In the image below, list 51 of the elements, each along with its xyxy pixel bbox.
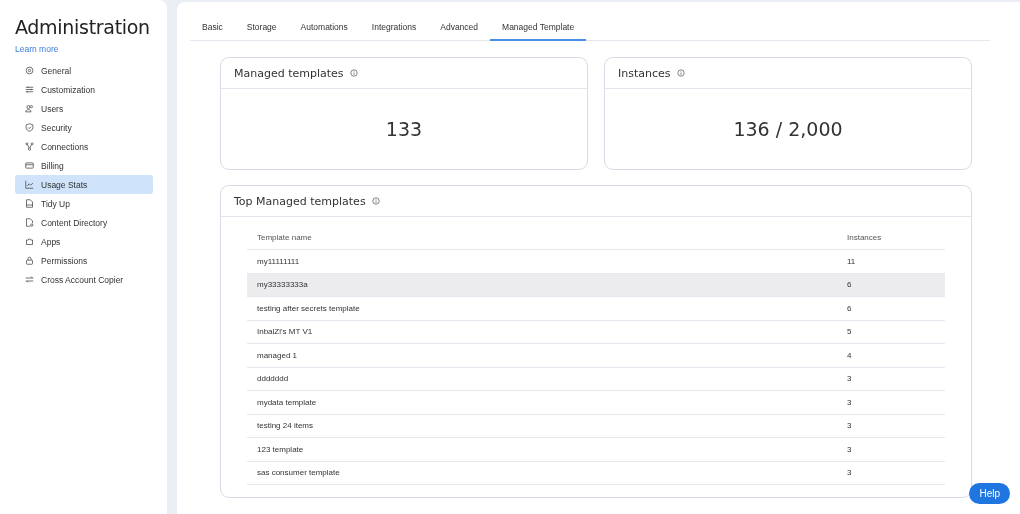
table-row[interactable]: testing after secrets template 6	[247, 297, 945, 321]
chart-icon	[25, 180, 34, 189]
users-icon	[25, 104, 34, 113]
card-title: Top Managed templates	[234, 194, 366, 208]
stat-value: 133	[385, 118, 423, 140]
swap-icon	[25, 275, 34, 284]
table-row[interactable]: ddddddd 3	[247, 367, 945, 391]
tab[interactable]: Basic	[190, 16, 235, 41]
card-icon	[25, 161, 34, 170]
table-row[interactable]: mydata template 3	[247, 391, 945, 415]
sidebar-item[interactable]: Permissions	[15, 251, 153, 270]
sidebar-item[interactable]: Billing	[15, 156, 153, 175]
info-icon[interactable]	[349, 69, 358, 77]
sidebar-item[interactable]: Connections	[15, 137, 153, 156]
table-row[interactable]: 123 template 3	[247, 438, 945, 462]
lock-icon	[25, 256, 34, 265]
table-row[interactable]: sas consumer template 3	[247, 461, 945, 485]
page-title: Administration	[15, 16, 151, 38]
tab[interactable]: Managed Template	[490, 16, 587, 41]
tab[interactable]: Storage	[234, 16, 289, 41]
table-row[interactable]: managed 1 4	[247, 344, 945, 368]
info-icon[interactable]	[676, 69, 685, 77]
stat-value: 136 / 2,000	[733, 118, 843, 140]
card-title: Instances	[618, 66, 671, 80]
column-header: Template name	[256, 232, 313, 242]
shield-icon	[25, 123, 34, 132]
table-row[interactable]: my33333333a 6	[247, 273, 945, 297]
column-header: Instances	[846, 232, 882, 242]
sliders-icon	[25, 85, 34, 94]
tab[interactable]: Integrations	[359, 16, 429, 41]
card-title: Managed templates	[234, 66, 344, 80]
sidebar-item[interactable]: Cross Account Copier	[15, 270, 153, 289]
sidebar-item[interactable]: Usage Stats	[15, 175, 153, 194]
document-icon	[25, 218, 34, 227]
table-row[interactable]: my11111111 11	[247, 250, 945, 274]
info-icon[interactable]	[371, 197, 380, 205]
tab[interactable]: Advanced	[428, 16, 491, 41]
sidebar-item[interactable]: Security	[15, 118, 153, 137]
gear-icon	[25, 66, 34, 75]
document-icon	[25, 199, 34, 208]
sidebar-item[interactable]: Content Directory	[15, 213, 153, 232]
table-row[interactable]: testing 24 items 3	[247, 414, 945, 438]
sidebar-item[interactable]: General	[15, 61, 153, 80]
nodes-icon	[25, 142, 34, 151]
learn-more-link[interactable]: Learn more	[15, 44, 59, 54]
sidebar-item[interactable]: Users	[15, 99, 153, 118]
sidebar-item[interactable]: Tidy Up	[15, 194, 153, 213]
tab[interactable]: Automations	[288, 16, 360, 41]
sidebar-item[interactable]: Apps	[15, 232, 153, 251]
sidebar-item[interactable]: Customization	[15, 80, 153, 99]
table-row[interactable]: InbalZi's MT V1 5	[247, 320, 945, 344]
